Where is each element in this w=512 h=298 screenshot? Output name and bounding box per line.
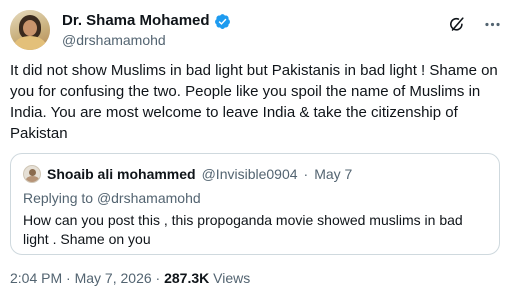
tweet-header: Dr. Shama Mohamed @drshamamohd [10,8,502,52]
quoted-separator: · [303,166,309,182]
quoted-tweet[interactable]: Shoaib ali mohammed @Invisible0904 · May… [10,153,500,255]
author-display-name[interactable]: Dr. Shama Mohamed [62,12,210,30]
tweet-time[interactable]: 2:04 PM [10,270,62,286]
grok-icon[interactable] [446,14,466,34]
author-name-row: Dr. Shama Mohamed [62,12,231,30]
quoted-replying-to: Replying to @drshamamohd [23,189,201,207]
quoted-handle: @Invisible0904 [201,166,298,182]
tweet-date[interactable]: May 7, 2026 [75,270,152,286]
header-actions [446,14,502,34]
author-avatar[interactable] [10,10,50,50]
quoted-header: Shoaib ali mohammed @Invisible0904 · May… [23,165,352,183]
views-label: Views [213,270,251,286]
quoted-text: How can you post this , this propoganda … [23,212,463,247]
views-count: 287.3K [164,270,210,286]
replying-handle: @drshamamohd [96,190,201,206]
replying-prefix: Replying to [23,190,94,206]
quoted-avatar [23,165,41,183]
tweet-meta: 2:04 PM · May 7, 2026 · 287.3K Views [10,270,250,286]
verified-badge-icon [214,13,231,30]
meta-separator: · [66,270,71,286]
author-handle[interactable]: @drshamamohd [62,32,166,49]
tweet-text: It did not show Muslims in bad light but… [10,62,498,142]
meta-separator: · [155,270,161,286]
more-icon[interactable] [482,14,502,34]
quoted-display-name: Shoaib ali mohammed [47,166,196,182]
quoted-date: May 7 [314,166,353,182]
